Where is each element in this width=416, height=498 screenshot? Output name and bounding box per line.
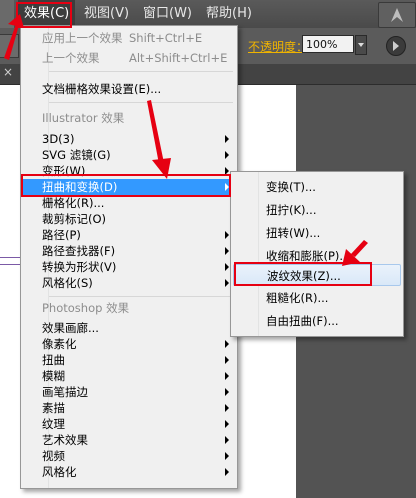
annotation-arrow-icon bbox=[152, 158, 171, 179]
annotation-arrows bbox=[4, 14, 368, 266]
annotation-arrow-icon bbox=[351, 240, 368, 257]
annotation-arrow-icon bbox=[4, 24, 19, 60]
annotation-arrow-icon bbox=[8, 14, 24, 28]
annotation-arrow-icon bbox=[147, 100, 164, 164]
